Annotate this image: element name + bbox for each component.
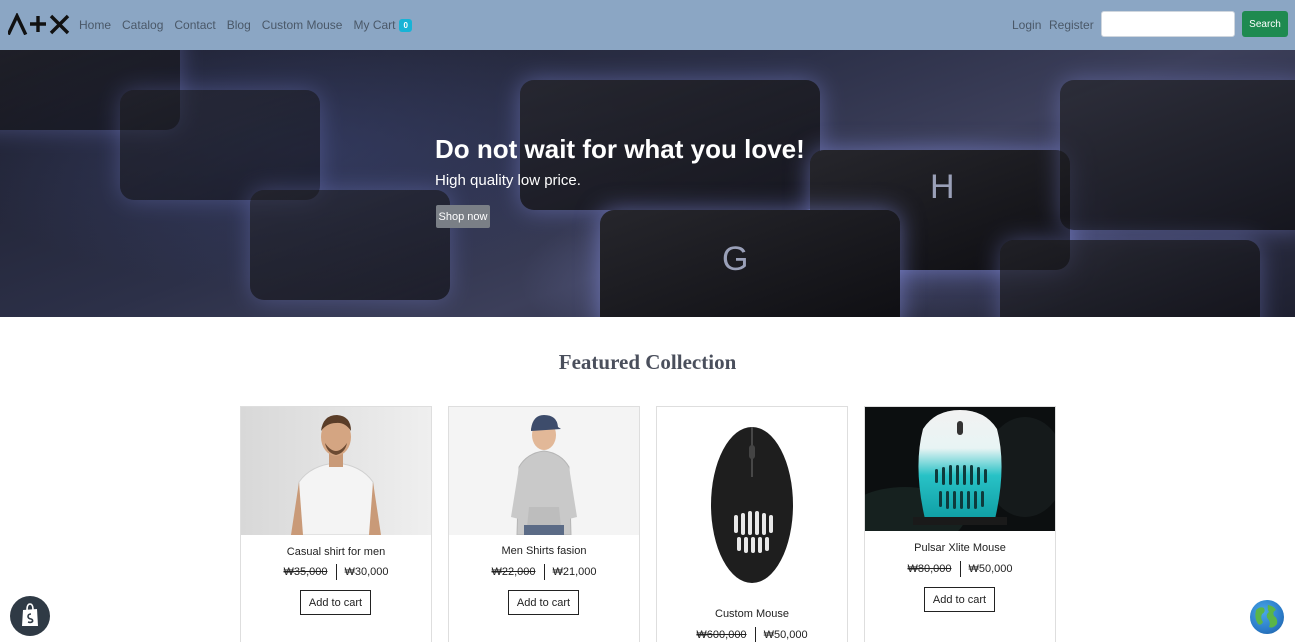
nav-my-cart[interactable]: My Cart 0 [353, 18, 412, 32]
product-card[interactable]: Custom Mouse ₩600,000 ₩50,000 [656, 406, 848, 642]
search-button[interactable]: Search [1242, 11, 1288, 37]
shopify-bag-icon[interactable] [10, 596, 50, 636]
hero-subtitle: High quality low price. [435, 172, 581, 189]
nav-contact[interactable]: Contact [174, 18, 215, 32]
hero-title: Do not wait for what you love! [435, 134, 805, 164]
product-name[interactable]: Casual shirt for men [241, 546, 431, 558]
product-image[interactable] [657, 407, 847, 597]
sale-price: ₩21,000 [552, 566, 597, 578]
nav-catalog[interactable]: Catalog [122, 18, 163, 32]
product-name[interactable]: Pulsar Xlite Mouse [865, 542, 1055, 554]
product-card[interactable]: Pulsar Xlite Mouse ₩80,000 ₩50,000 Add t… [864, 406, 1056, 642]
register-link[interactable]: Register [1049, 0, 1094, 50]
product-price: ₩35,000 ₩30,000 [241, 563, 431, 581]
main-nav: Home Catalog Contact Blog Custom Mouse M… [79, 0, 423, 50]
sale-price: ₩50,000 [968, 563, 1013, 575]
nav-blog[interactable]: Blog [227, 18, 251, 32]
sale-price: ₩30,000 [344, 566, 389, 578]
key-letter: G [722, 240, 749, 278]
product-image[interactable] [449, 407, 639, 535]
key-letter: H [930, 168, 955, 206]
featured-collection-title: Featured Collection [558, 350, 737, 374]
login-link[interactable]: Login [1012, 0, 1041, 50]
product-price: ₩22,000 ₩21,000 [449, 563, 639, 581]
product-name[interactable]: Custom Mouse [657, 608, 847, 620]
nav-custom-mouse[interactable]: Custom Mouse [262, 18, 343, 32]
product-image[interactable] [865, 407, 1055, 531]
product-name[interactable]: Men Shirts fasion [449, 545, 639, 557]
my-cart-label: My Cart [353, 18, 396, 32]
shop-now-button[interactable]: Shop now [436, 205, 490, 228]
product-price: ₩80,000 ₩50,000 [865, 560, 1055, 578]
original-price: ₩22,000 [491, 566, 536, 578]
hero-banner: G H Do not wait for what you love! High … [0, 50, 1295, 317]
product-image[interactable] [241, 407, 431, 535]
navbar: Home Catalog Contact Blog Custom Mouse M… [0, 0, 1295, 50]
add-to-cart-button[interactable]: Add to cart [508, 590, 579, 615]
add-to-cart-button[interactable]: Add to cart [924, 587, 995, 612]
original-price: ₩80,000 [907, 563, 952, 575]
product-card[interactable]: Casual shirt for men ₩35,000 ₩30,000 Add… [240, 406, 432, 642]
original-price: ₩35,000 [283, 566, 328, 578]
search-input[interactable] [1101, 11, 1235, 37]
brand-logo[interactable] [8, 13, 70, 35]
add-to-cart-button[interactable]: Add to cart [300, 590, 371, 615]
product-card[interactable]: Men Shirts fasion ₩22,000 ₩21,000 Add to… [448, 406, 640, 642]
product-price: ₩600,000 ₩50,000 [657, 626, 847, 642]
cart-count-badge: 0 [399, 19, 412, 32]
sale-price: ₩50,000 [763, 629, 808, 641]
globe-icon[interactable] [1250, 600, 1284, 634]
nav-home[interactable]: Home [79, 18, 111, 32]
original-price: ₩600,000 [696, 629, 747, 641]
